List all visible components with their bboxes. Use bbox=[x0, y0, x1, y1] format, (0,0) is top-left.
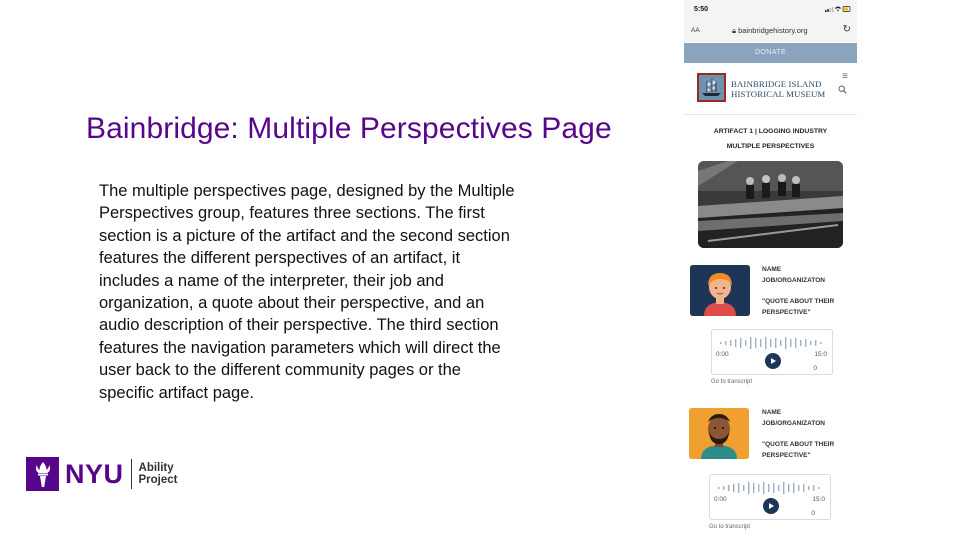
interpreter-name: NAME bbox=[762, 409, 782, 416]
audio-duration: 15:0 bbox=[812, 496, 825, 503]
interpreter-job: JOB/ORGANIZATON bbox=[762, 276, 825, 284]
section-label: MULTIPLE PERSPECTIVES bbox=[726, 143, 815, 150]
status-icons bbox=[825, 5, 851, 15]
museum-header: BAINBRIDGE ISLAND HISTORICAL MUSEUM ≡ bbox=[684, 63, 857, 115]
phone-screenshot: 5:50 AA 🔒︎ bainbridgehistory.org ↻ DONAT… bbox=[684, 0, 857, 540]
audio-current-time: 0:00 bbox=[716, 351, 729, 358]
text-size-button[interactable]: AA bbox=[691, 27, 700, 34]
play-button[interactable] bbox=[763, 498, 779, 514]
donate-button[interactable]: DONATE bbox=[684, 43, 857, 63]
go-to-transcript-link[interactable]: Go to transcript bbox=[711, 379, 752, 385]
status-bar: 5:50 bbox=[684, 0, 857, 20]
search-icon[interactable] bbox=[838, 85, 847, 96]
artifact-photo bbox=[698, 161, 843, 248]
audio-player[interactable]: 0:00 15:0 0 bbox=[709, 474, 831, 520]
slide-title: Bainbridge: Multiple Perspectives Page bbox=[86, 112, 612, 145]
audio-duration-overflow: 0 bbox=[813, 365, 817, 372]
interpreter-quote: "QUOTE ABOUT THEIR PERSPECTIVE" bbox=[762, 298, 835, 316]
play-button[interactable] bbox=[765, 353, 781, 369]
waveform-icon[interactable] bbox=[718, 481, 826, 495]
interpreter-info: NAME JOB/ORGANIZATON bbox=[762, 408, 854, 429]
interpreter-name: NAME bbox=[762, 266, 782, 273]
interpreter-quote: "QUOTE ABOUT THEIR PERSPECTIVE" bbox=[762, 441, 835, 459]
nyu-ability-project-logo: NYU Ability Project bbox=[26, 457, 178, 491]
hamburger-menu-icon[interactable]: ≡ bbox=[842, 72, 848, 82]
reload-icon[interactable]: ↻ bbox=[843, 24, 851, 35]
nyu-wordmark: NYU bbox=[65, 458, 124, 489]
slide-body-text: The multiple perspectives page, designed… bbox=[99, 182, 515, 402]
interpreter-job: JOB/ORGANIZATON bbox=[762, 419, 825, 427]
ability-word: Ability bbox=[138, 462, 174, 474]
interpreter-avatar bbox=[690, 265, 750, 316]
audio-duration: 15:0 bbox=[814, 351, 827, 358]
go-to-transcript-link[interactable]: Go to transcript bbox=[709, 524, 750, 530]
ability-project-wordmark: Ability Project bbox=[139, 462, 178, 486]
lock-icon: 🔒︎ bbox=[732, 26, 736, 35]
logo-divider bbox=[130, 459, 132, 489]
project-word: Project bbox=[138, 474, 178, 486]
audio-player[interactable]: 0:00 15:0 0 bbox=[711, 329, 833, 375]
audio-duration-overflow: 0 bbox=[811, 510, 815, 517]
museum-name[interactable]: BAINBRIDGE ISLAND HISTORICAL MUSEUM bbox=[731, 79, 825, 99]
interpreter-avatar bbox=[689, 408, 749, 459]
browser-url-bar[interactable]: AA 🔒︎ bainbridgehistory.org ↻ bbox=[684, 20, 857, 42]
interpreter-info: NAME JOB/ORGANIZATON bbox=[762, 265, 854, 286]
audio-current-time: 0:00 bbox=[714, 496, 727, 503]
waveform-icon[interactable] bbox=[720, 336, 828, 350]
url-text[interactable]: 🔒︎ bainbridgehistory.org bbox=[732, 26, 808, 36]
status-time: 5:50 bbox=[694, 6, 709, 13]
museum-logo-icon[interactable] bbox=[697, 73, 726, 102]
artifact-label: ARTIFACT 1 | LOGGING INDUSTRY bbox=[713, 128, 828, 135]
torch-icon bbox=[26, 457, 59, 491]
